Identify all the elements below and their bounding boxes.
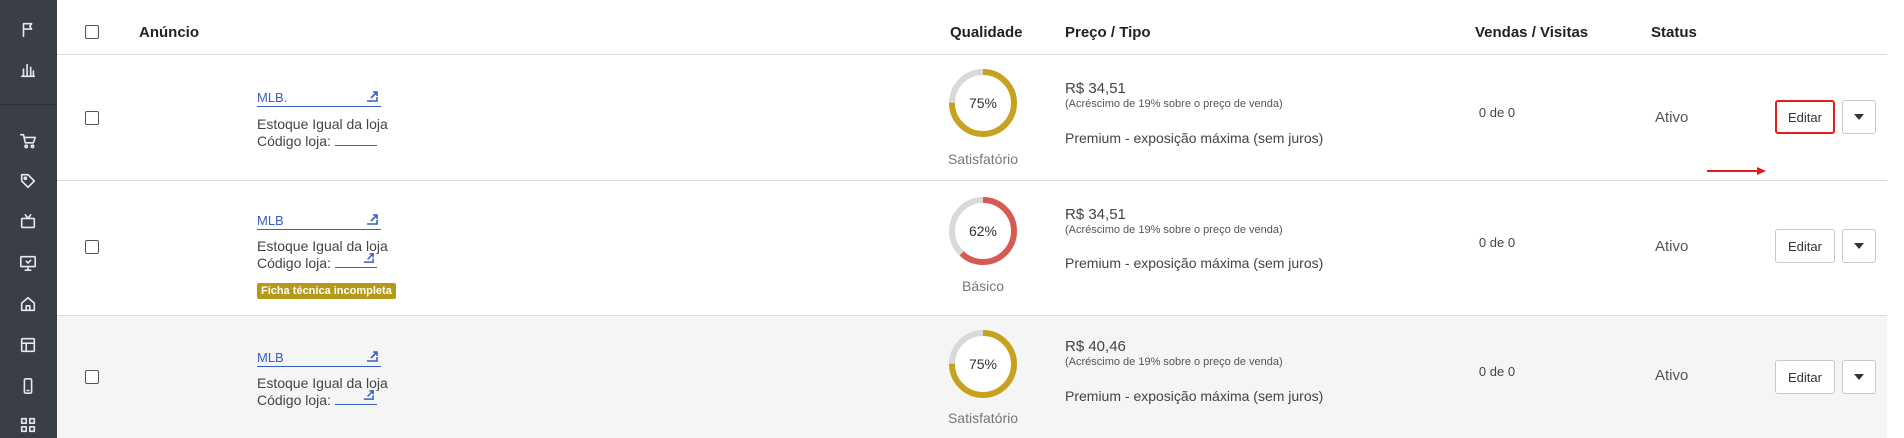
monitor-icon[interactable] bbox=[17, 252, 39, 274]
listings-table: Anúncio Qualidade Preço / Tipo Vendas / … bbox=[57, 0, 1904, 438]
column-header-status: Status bbox=[1651, 24, 1697, 41]
quality-percent: 75% bbox=[968, 95, 998, 111]
sales-visits: 0 de 0 bbox=[1478, 235, 1516, 250]
edit-button[interactable]: Editar bbox=[1775, 360, 1835, 394]
price-note: (Acréscimo de 19% sobre o preço de venda… bbox=[1065, 98, 1283, 110]
more-actions-dropdown[interactable] bbox=[1842, 360, 1876, 394]
row-checkbox[interactable] bbox=[85, 111, 99, 125]
listing-title-link[interactable]: MLB bbox=[257, 350, 381, 367]
quality-percent: 62% bbox=[968, 223, 998, 239]
external-link-icon[interactable] bbox=[365, 350, 379, 363]
store-code: Código loja: bbox=[257, 253, 377, 271]
status: Ativo bbox=[1655, 367, 1689, 384]
price: R$ 34,51 bbox=[1065, 206, 1126, 223]
quality-label: Satisfatório bbox=[947, 151, 1019, 167]
chevron-down-icon bbox=[1854, 243, 1864, 249]
column-header-sales: Vendas / Visitas bbox=[1475, 24, 1589, 41]
price: R$ 40,46 bbox=[1065, 338, 1126, 355]
edit-button[interactable]: Editar bbox=[1775, 229, 1835, 263]
external-link-icon[interactable] bbox=[365, 90, 379, 103]
column-header-price: Preço / Tipo bbox=[1065, 24, 1151, 41]
tv-icon[interactable] bbox=[17, 211, 39, 233]
listing-type: Premium - exposição máxima (sem juros) bbox=[1065, 130, 1324, 146]
store-code-label: Código loja: bbox=[257, 133, 331, 149]
price-note: (Acréscimo de 19% sobre o preço de venda… bbox=[1065, 224, 1283, 236]
listing-type: Premium - exposição máxima (sem juros) bbox=[1065, 255, 1324, 271]
listing-title-link[interactable]: MLB. bbox=[257, 90, 381, 107]
flag-icon[interactable] bbox=[17, 19, 39, 41]
external-link-icon[interactable] bbox=[362, 252, 375, 264]
chevron-down-icon bbox=[1854, 114, 1864, 120]
external-link-icon[interactable] bbox=[365, 213, 379, 226]
layout-icon[interactable] bbox=[17, 334, 39, 356]
edit-button[interactable]: Editar bbox=[1775, 100, 1835, 134]
column-header-quality: Qualidade bbox=[950, 24, 1023, 41]
stock-info: Estoque Igual da loja bbox=[257, 116, 388, 132]
table-header: Anúncio Qualidade Preço / Tipo Vendas / … bbox=[57, 0, 1887, 55]
bar-chart-icon[interactable] bbox=[17, 59, 39, 81]
store-code-field[interactable] bbox=[334, 390, 377, 405]
tag-icon[interactable] bbox=[17, 170, 39, 192]
store-code-label: Código loja: bbox=[257, 392, 331, 408]
quality-gauge: 75% bbox=[947, 67, 1019, 139]
price-note: (Acréscimo de 19% sobre o preço de venda… bbox=[1065, 356, 1283, 368]
status: Ativo bbox=[1655, 109, 1689, 126]
sidebar-divider bbox=[0, 104, 57, 105]
more-actions-dropdown[interactable] bbox=[1842, 100, 1876, 134]
price: R$ 34,51 bbox=[1065, 80, 1126, 97]
sidebar bbox=[0, 0, 57, 438]
incomplete-datasheet-badge[interactable]: Ficha técnica incompleta bbox=[257, 283, 396, 299]
sales-visits: 0 de 0 bbox=[1478, 364, 1516, 379]
row-checkbox[interactable] bbox=[85, 370, 99, 384]
external-link-icon[interactable] bbox=[362, 389, 375, 401]
listing-title: MLB bbox=[257, 213, 284, 228]
listing-type: Premium - exposição máxima (sem juros) bbox=[1065, 388, 1324, 404]
store-code-field[interactable] bbox=[334, 134, 377, 146]
quality-percent: 75% bbox=[968, 356, 998, 372]
table-row: MLB Estoque Igual da loja Código loja: 7… bbox=[57, 316, 1887, 438]
quality-label: Satisfatório bbox=[947, 410, 1019, 426]
quality-gauge: 62% bbox=[947, 195, 1019, 267]
store-code-label: Código loja: bbox=[257, 255, 331, 271]
quality-gauge: 75% bbox=[947, 328, 1019, 400]
listing-title-link[interactable]: MLB bbox=[257, 213, 381, 230]
more-actions-dropdown[interactable] bbox=[1842, 229, 1876, 263]
store-code: Código loja: bbox=[257, 133, 377, 149]
chevron-down-icon bbox=[1854, 374, 1864, 380]
table-row: MLB. Estoque Igual da loja Código loja: … bbox=[57, 55, 1887, 181]
quality-label: Básico bbox=[961, 278, 1005, 294]
listing-title: MLB bbox=[257, 350, 284, 365]
select-all-checkbox[interactable] bbox=[85, 25, 99, 39]
cart-icon[interactable] bbox=[17, 130, 39, 152]
listing-title: MLB. bbox=[257, 90, 288, 105]
table-row: MLB Estoque Igual da loja Código loja: F… bbox=[57, 181, 1887, 316]
grid-icon[interactable] bbox=[17, 414, 39, 436]
store-code-field[interactable] bbox=[334, 253, 377, 268]
home-icon[interactable] bbox=[17, 293, 39, 315]
annotation-arrow-icon bbox=[1707, 167, 1766, 175]
store-code: Código loja: bbox=[257, 390, 377, 408]
mobile-icon[interactable] bbox=[17, 375, 39, 397]
column-header-ad: Anúncio bbox=[139, 24, 199, 41]
row-checkbox[interactable] bbox=[85, 240, 99, 254]
status: Ativo bbox=[1655, 238, 1689, 255]
sales-visits: 0 de 0 bbox=[1478, 105, 1516, 120]
